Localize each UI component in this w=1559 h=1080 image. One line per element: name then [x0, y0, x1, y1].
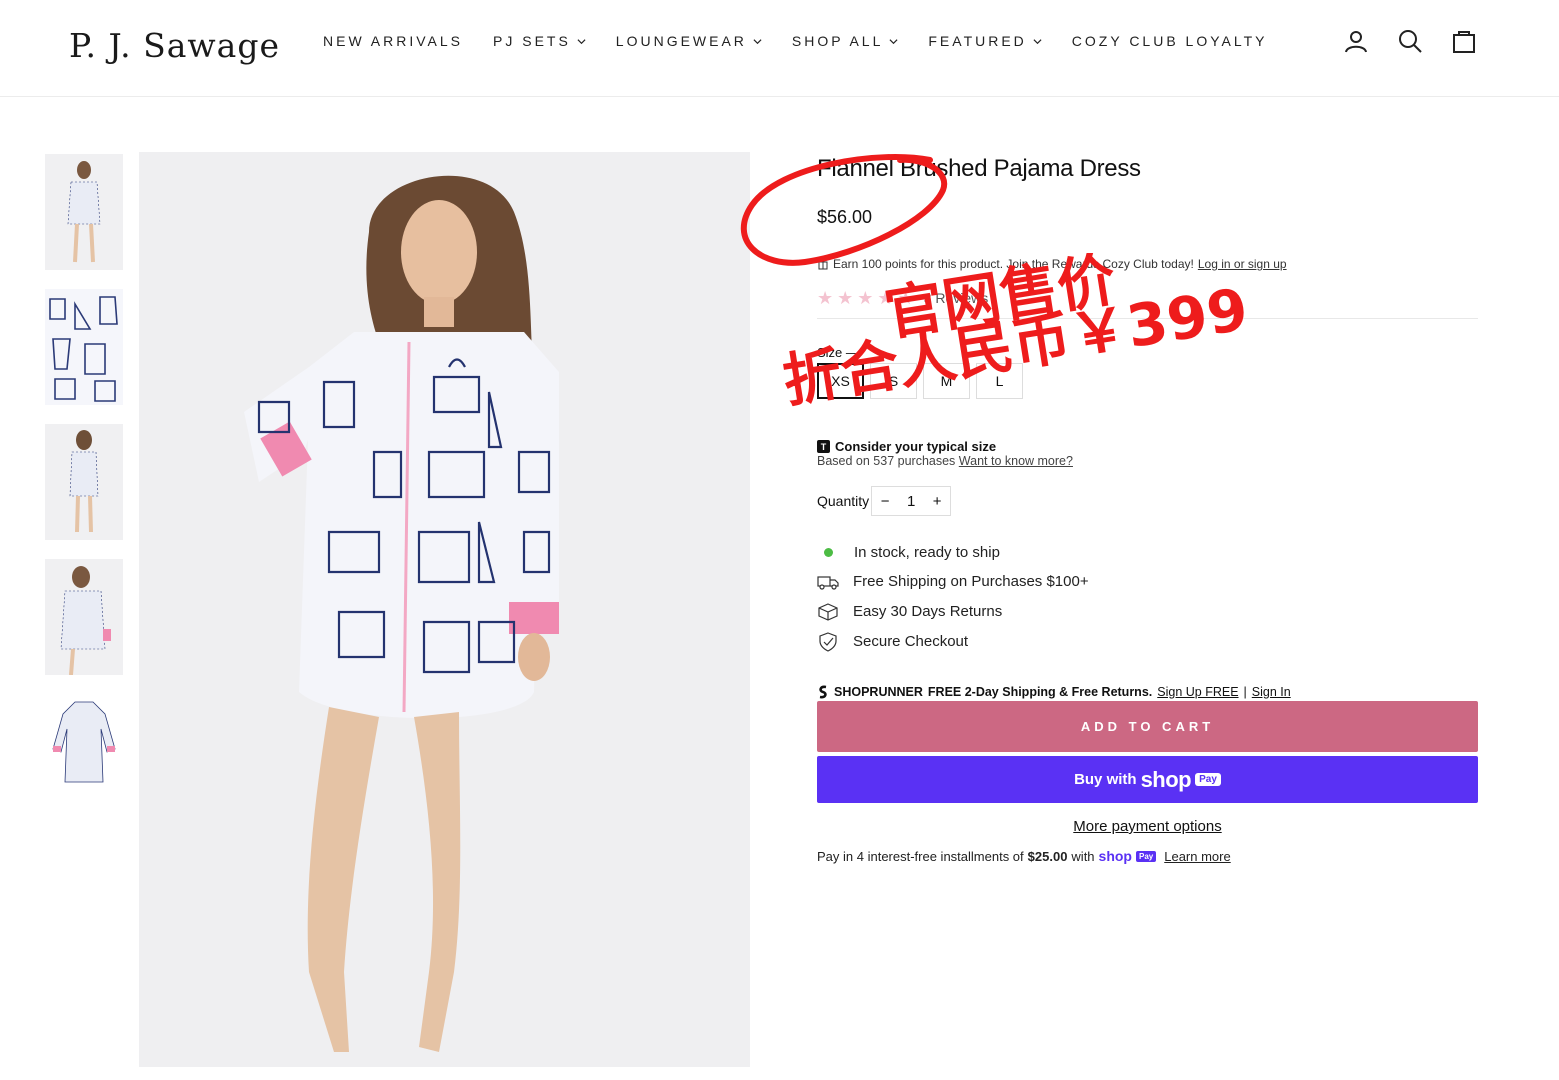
shop-pay-pill: Pay: [1195, 773, 1221, 786]
shoprunner-offer: FREE 2-Day Shipping & Free Returns.: [927, 685, 1153, 699]
thumbnail-front[interactable]: [45, 154, 123, 270]
installments-learn-more-link[interactable]: Learn more: [1164, 849, 1230, 864]
search-icon[interactable]: [1397, 28, 1423, 54]
rewards-text: Earn 100 points for this product. Join t…: [833, 257, 1194, 271]
truck-icon: [817, 575, 839, 590]
nav-label: FEATURED: [928, 33, 1027, 49]
shop-pay-wordmark: shop: [1140, 766, 1192, 792]
quantity-input[interactable]: 1: [898, 493, 924, 510]
reviews-count[interactable]: 3 Reviews: [924, 290, 989, 306]
size-label-text: Size: [817, 345, 843, 360]
installments-message: Pay in 4 interest-free installments of $…: [817, 848, 1478, 864]
product-price: $56.00: [817, 207, 873, 227]
shoprunner-banner: SHOPRUNNER FREE 2-Day Shipping & Free Re…: [817, 685, 1478, 699]
box-icon: [818, 602, 838, 621]
perk-returns: Easy 30 Days Returns: [817, 602, 1478, 621]
quantity-label: Quantity: [817, 493, 870, 509]
shop-pay-button[interactable]: Buy with shop Pay: [817, 756, 1478, 803]
product-title: Flannel Brushed Pajama Dress: [817, 155, 1141, 182]
quantity-row: Quantity − 1 +: [817, 486, 1478, 516]
rewards-login-link[interactable]: Log in or sign up: [1198, 257, 1287, 271]
chevron-down-icon: [1033, 38, 1042, 44]
perk-shipping: Free Shipping on Purchases $100+: [817, 572, 1478, 591]
shoprunner-brand: SHOPRUNNER: [834, 685, 923, 699]
nav-label: PJ SETS: [493, 33, 571, 49]
shoprunner-signin-link[interactable]: Sign In: [1252, 685, 1291, 699]
nav-label: LOUNGEWEAR: [615, 33, 747, 49]
quantity-stepper: − 1 +: [871, 486, 952, 516]
nav-label: NEW ARRIVALS: [323, 33, 463, 49]
stock-text: In stock, ready to ship: [854, 544, 1000, 561]
product-main-image[interactable]: [139, 152, 750, 1067]
main-nav: NEW ARRIVALS PJ SETS LOUNGEWEAR SHOP ALL…: [323, 33, 1298, 49]
nav-pj-sets[interactable]: PJ SETS: [493, 33, 586, 49]
quantity-increase-button[interactable]: +: [924, 493, 950, 510]
size-option-l[interactable]: L: [976, 363, 1023, 399]
add-to-cart-button[interactable]: ADD TO CART: [817, 701, 1478, 752]
stock-status: In stock, ready to ship: [817, 544, 1478, 561]
fit-title-text: Consider your typical size: [835, 439, 997, 454]
installments-shop-logo: shop: [1098, 848, 1132, 864]
fit-subtitle: Based on 537 purchases Want to know more…: [817, 454, 1478, 468]
size-label: Size —: [817, 345, 859, 360]
star-icon: ★: [817, 287, 834, 308]
installments-pay-logo: Pay: [1136, 850, 1157, 862]
header-actions: [1343, 28, 1477, 54]
shop-pay-buy-with: Buy with: [1074, 771, 1137, 788]
star-icon: ★: [837, 287, 854, 308]
shoprunner-signup-link[interactable]: Sign Up FREE: [1157, 685, 1238, 699]
nav-label: SHOP ALL: [791, 33, 884, 49]
size-option-s[interactable]: S: [870, 363, 917, 399]
nav-featured[interactable]: FEATURED: [928, 33, 1042, 49]
chevron-down-icon: [753, 38, 762, 44]
star-icon: ★: [857, 287, 874, 308]
perk-text: Easy 30 Days Returns: [853, 603, 1003, 620]
product-info: Flannel Brushed Pajama Dress $56.00 Earn…: [817, 152, 1478, 864]
star-icon: ★: [877, 287, 894, 308]
more-payment-options-link[interactable]: More payment options: [817, 818, 1478, 835]
divider: [817, 318, 1478, 319]
installments-amount: $25.00: [1027, 848, 1068, 864]
thumbnail-side[interactable]: [45, 559, 123, 675]
reviews-summary[interactable]: ★ ★ ★ ★ ★ 3 Reviews: [817, 287, 1478, 309]
installments-with: with: [1071, 848, 1095, 864]
perk-text: Secure Checkout: [853, 633, 969, 650]
fit-advice: T Consider your typical size Based on 53…: [817, 439, 1478, 468]
nav-cozy-club-loyalty[interactable]: COZY CLUB LOYALTY: [1072, 33, 1268, 49]
shoprunner-separator: |: [1243, 685, 1247, 699]
size-option-xs[interactable]: XS: [817, 363, 864, 399]
shield-check-icon: [819, 631, 837, 652]
nav-shop-all[interactable]: SHOP ALL: [792, 33, 898, 49]
installments-prefix: Pay in 4 interest-free installments of: [817, 848, 1024, 864]
thumbnail-back[interactable]: [45, 424, 123, 540]
perk-secure: Secure Checkout: [817, 631, 1478, 652]
site-header: P. J. Sawage NEW ARRIVALS PJ SETS LOUNGE…: [0, 0, 1559, 97]
perk-text: Free Shipping on Purchases $100+: [853, 573, 1089, 590]
cart-icon[interactable]: [1451, 28, 1477, 54]
gift-icon: [818, 261, 828, 270]
thumbnail-print-detail[interactable]: [45, 289, 123, 405]
star-icon: ★: [897, 287, 914, 308]
nav-loungewear[interactable]: LOUNGEWEAR: [616, 33, 762, 49]
fit-title: T Consider your typical size: [817, 439, 1478, 454]
fit-learn-link[interactable]: Want to know more?: [959, 454, 1073, 468]
quantity-decrease-button[interactable]: −: [872, 493, 898, 510]
account-icon[interactable]: [1343, 28, 1369, 54]
size-selector: XS S M L: [817, 363, 1478, 399]
thumbnail-gallery: [45, 154, 123, 829]
nav-label: COZY CLUB LOYALTY: [1071, 33, 1268, 49]
nav-new-arrivals[interactable]: NEW ARRIVALS: [323, 33, 463, 49]
thumbnail-flat-lay[interactable]: [45, 694, 123, 810]
stock-dot-icon: [824, 548, 833, 557]
fit-logo-icon: T: [817, 440, 830, 453]
fit-sub-text: Based on 537 purchases: [817, 454, 956, 468]
size-option-m[interactable]: M: [923, 363, 970, 399]
chevron-down-icon: [889, 38, 898, 44]
rewards-message: Earn 100 points for this product. Join t…: [817, 257, 1478, 271]
chevron-down-icon: [577, 38, 586, 44]
shoprunner-logo-icon: [819, 685, 827, 699]
site-logo[interactable]: P. J. Sawage: [69, 26, 280, 65]
